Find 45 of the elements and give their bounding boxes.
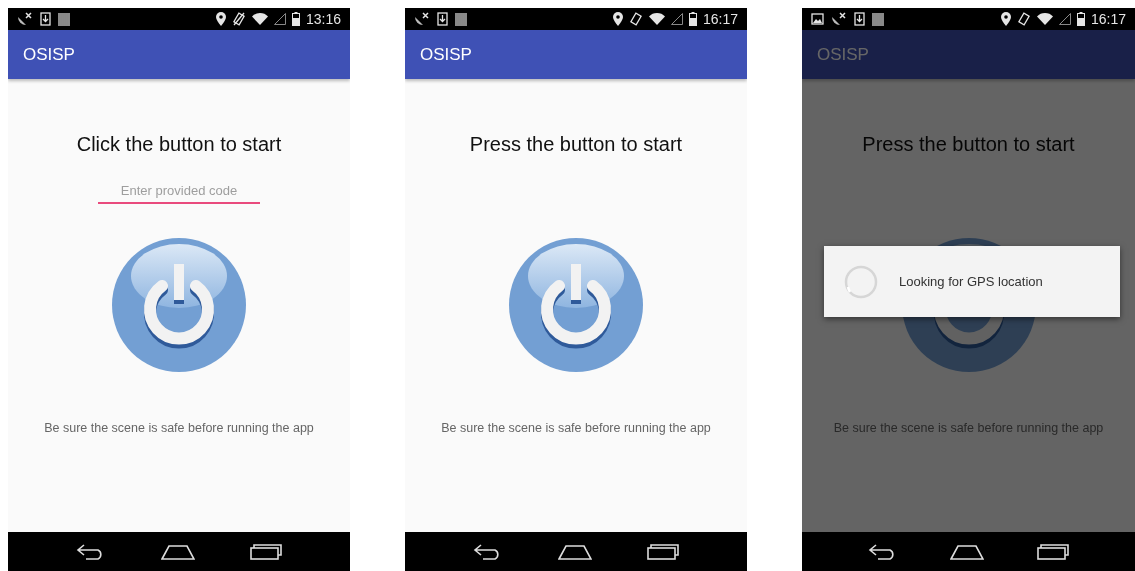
heading: Click the button to start [76, 132, 282, 156]
safety-notice: Be sure the scene is safe before running the app [833, 420, 1104, 437]
home-icon[interactable] [161, 543, 195, 560]
status-time: 13:16 [305, 12, 341, 26]
safety-notice: Be sure the scene is safe before running the app [44, 420, 314, 437]
satellite-dish-icon [414, 12, 430, 26]
home-icon[interactable] [558, 543, 592, 560]
satellite-dish-icon [17, 12, 33, 26]
satellite-dish-icon [831, 12, 847, 26]
battery-icon [688, 12, 697, 26]
recents-icon[interactable] [647, 543, 680, 560]
dialog-message: Looking for GPS location [899, 272, 1043, 291]
location-pin-icon [215, 12, 226, 26]
location-pin-icon [1000, 12, 1011, 26]
phone-tilted-icon [1016, 12, 1031, 26]
code-input-field[interactable]: Enter provided code [98, 179, 260, 204]
download-icon [40, 12, 51, 26]
battery-icon [291, 12, 300, 26]
home-icon[interactable] [950, 543, 985, 560]
heading: Press the button to start [862, 132, 1075, 156]
power-button[interactable] [509, 238, 643, 372]
vibrate-off-icon [231, 12, 246, 26]
status-time: 16:17 [1090, 12, 1126, 26]
wifi-icon [1036, 13, 1053, 25]
app-title: OSISP [817, 43, 869, 66]
phone-tilted-icon [628, 12, 643, 26]
signal-icon [273, 13, 286, 25]
recents-icon[interactable] [250, 543, 283, 560]
safety-notice: Be sure the scene is safe before running the app [441, 420, 711, 437]
status-time: 16:17 [702, 12, 738, 26]
download-icon [437, 12, 448, 26]
loading-spinner-icon [844, 264, 878, 299]
location-pin-icon [612, 12, 623, 26]
battery-icon [1076, 12, 1085, 26]
wifi-icon [251, 13, 268, 25]
image-icon [811, 13, 824, 25]
wifi-icon [648, 13, 665, 25]
signal-icon [670, 13, 683, 25]
heading: Press the button to start [469, 132, 683, 156]
recents-icon[interactable] [1036, 543, 1069, 560]
signal-icon [1058, 13, 1071, 25]
app-title: OSISP [420, 43, 472, 66]
power-button[interactable] [112, 238, 246, 372]
download-icon [854, 12, 865, 26]
app-title: OSISP [23, 43, 75, 66]
